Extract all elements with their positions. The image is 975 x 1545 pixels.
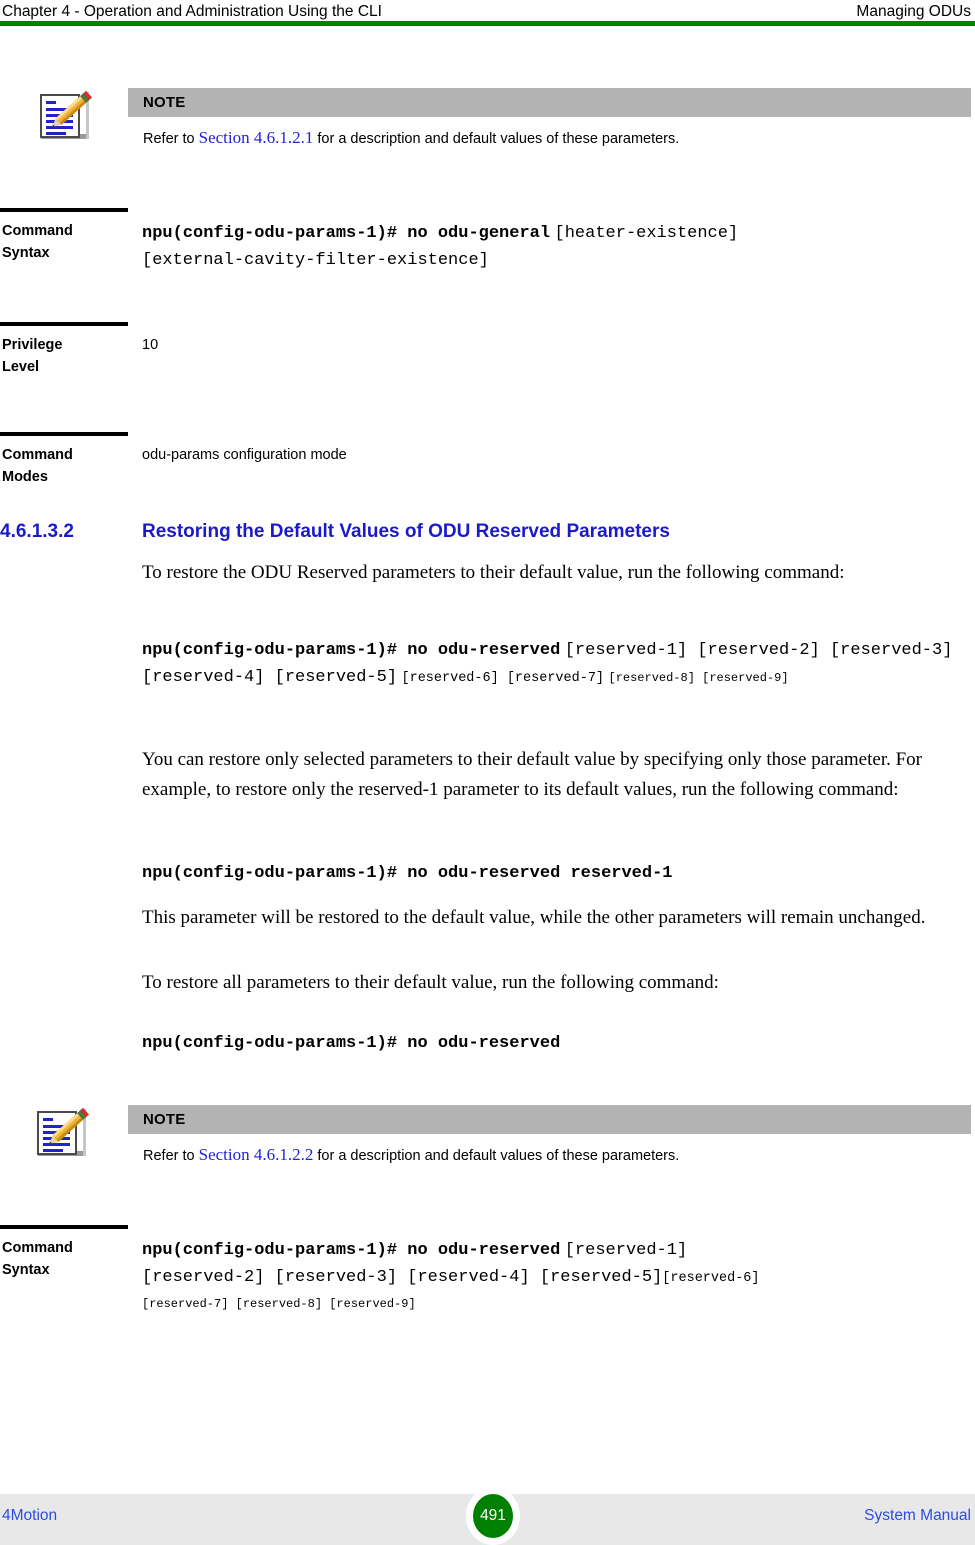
page-title: Restoring the Default Values of ODU Rese… (142, 521, 670, 542)
note-text-2: Refer to Section 4.6.1.2.2 for a descrip… (128, 1134, 971, 1166)
note-header-bar-2: NOTE (128, 1105, 971, 1134)
cli-command-1: npu(config-odu-params-1)# no odu-general (142, 224, 551, 243)
spec-label-line2: Syntax (2, 1262, 50, 1278)
privilege-level-value: 10 (142, 337, 159, 353)
spec-value-privilege-level: 10 (142, 334, 158, 356)
paragraph-selected-params: You can restore only selected parameters… (142, 749, 922, 800)
header-green-rule (0, 21, 975, 26)
note-text-after-2: for a description and default values of … (313, 1148, 680, 1164)
spec-value-command-modes: odu-params configuration mode (142, 444, 347, 466)
spec-label-command-syntax-2: Command Syntax (2, 1237, 126, 1281)
cli-command-block-1: npu(config-odu-params-1)# no odu-reserve… (142, 637, 975, 692)
cli-args-1b: [external-cavity-filter-existence] (142, 251, 489, 270)
paragraph-intro: To restore the ODU Reserved parameters t… (142, 562, 845, 583)
section-number: 4.6.1.3.2 (0, 521, 74, 542)
paragraph-restore-note: This parameter will be restored to the d… (142, 907, 926, 928)
footer-product-name[interactable]: 4Motion (2, 1507, 57, 1525)
note-body-1: NOTE Refer to Section 4.6.1.2.1 for a de… (128, 88, 971, 149)
note-xref-link-2[interactable]: Section 4.6.1.2.2 (199, 1145, 314, 1164)
spec-label-line2: Syntax (2, 245, 50, 261)
header-chapter-title: Chapter 4 - Operation and Administration… (2, 3, 382, 20)
note-text-1: Refer to Section 4.6.1.2.1 for a descrip… (128, 117, 971, 149)
section-heading-4-6-1-3-2: 4.6.1.3.2 Restoring the Default Values o… (0, 521, 975, 551)
spec-label-line1: Privilege (2, 337, 63, 353)
note-callout-2: NOTE Refer to Section 4.6.1.2.2 for a de… (0, 1105, 975, 1185)
note-header-bar-1: NOTE (128, 88, 971, 117)
cli-command-block-2: npu(config-odu-params-1)# no odu-reserve… (142, 860, 975, 887)
cli-args-5b: [reserved-2] [reserved-3] [reserved-4] [… (142, 1268, 663, 1287)
note-body-2: NOTE Refer to Section 4.6.1.2.2 for a de… (128, 1105, 971, 1166)
note-pencil-icon (33, 88, 97, 146)
spec-value-command-syntax-1: npu(config-odu-params-1)# no odu-general… (142, 220, 972, 274)
cli-args-5d: [reserved-7] [reserved-8] [reserved-9] (142, 1297, 416, 1311)
spec-label-line1: Command (2, 447, 73, 463)
spec-label-line1: Command (2, 223, 73, 239)
cli-args-1a: [heater-existence] (554, 224, 739, 243)
cli-command-5: npu(config-odu-params-1)# no odu-reserve… (142, 1241, 561, 1260)
spec-label-line2: Modes (2, 469, 48, 485)
spec-label-privilege-level: Privilege Level (2, 334, 126, 378)
spec-label-command-syntax-1: Command Syntax (2, 220, 126, 264)
cli-command-block-3: npu(config-odu-params-1)# no odu-reserve… (142, 1030, 975, 1057)
note-label-2: NOTE (143, 1111, 186, 1128)
note-callout-1: NOTE Refer to Section 4.6.1.2.1 for a de… (0, 88, 975, 168)
spec-row-command-syntax-1: Command Syntax npu(config-odu-params-1)#… (0, 208, 975, 308)
spec-row-command-modes: Command Modes odu-params configuration m… (0, 432, 975, 512)
spec-label-command-modes: Command Modes (2, 444, 126, 488)
footer-manual-name[interactable]: System Manual (864, 1507, 971, 1525)
paragraph-restore-all: To restore all parameters to their defau… (142, 972, 719, 993)
cli-command-2: npu(config-odu-params-1)# no odu-reserve… (142, 641, 561, 660)
header-section-title: Managing ODUs (856, 3, 971, 20)
spec-label-line1: Command (2, 1240, 73, 1256)
spec-row-privilege-level: Privilege Level 10 (0, 322, 975, 422)
cli-args-2-small: [reserved-8] [reserved-9] (608, 671, 789, 685)
note-text-before-2: Refer to (143, 1148, 199, 1164)
spec-divider-rule (0, 432, 128, 436)
note-text-after-1: for a description and default values of … (313, 131, 680, 147)
spec-row-command-syntax-2: Command Syntax npu(config-odu-params-1)#… (0, 1225, 975, 1335)
spec-label-line2: Level (2, 359, 40, 375)
cli-command-3: npu(config-odu-params-1)# no odu-reserve… (142, 864, 673, 883)
cli-args-2-mid: [reserved-6] [reserved-7] (401, 671, 605, 686)
cli-args-5c: [reserved-6] (662, 1271, 760, 1286)
note-xref-link-1[interactable]: Section 4.6.1.2.1 (199, 128, 314, 147)
note-text-before-1: Refer to (143, 131, 199, 147)
spec-value-command-syntax-2: npu(config-odu-params-1)# no odu-reserve… (142, 1237, 972, 1315)
spec-divider-rule (0, 322, 128, 326)
cli-args-5a: [reserved-1] (564, 1241, 688, 1260)
spec-divider-rule (0, 208, 128, 212)
note-label-1: NOTE (143, 94, 186, 111)
spec-divider-rule (0, 1225, 128, 1229)
page-number-badge: 491 (473, 1494, 513, 1538)
note-pencil-icon (30, 1105, 94, 1163)
command-modes-value: odu-params configuration mode (142, 447, 347, 463)
cli-command-4: npu(config-odu-params-1)# no odu-reserve… (142, 1034, 561, 1053)
